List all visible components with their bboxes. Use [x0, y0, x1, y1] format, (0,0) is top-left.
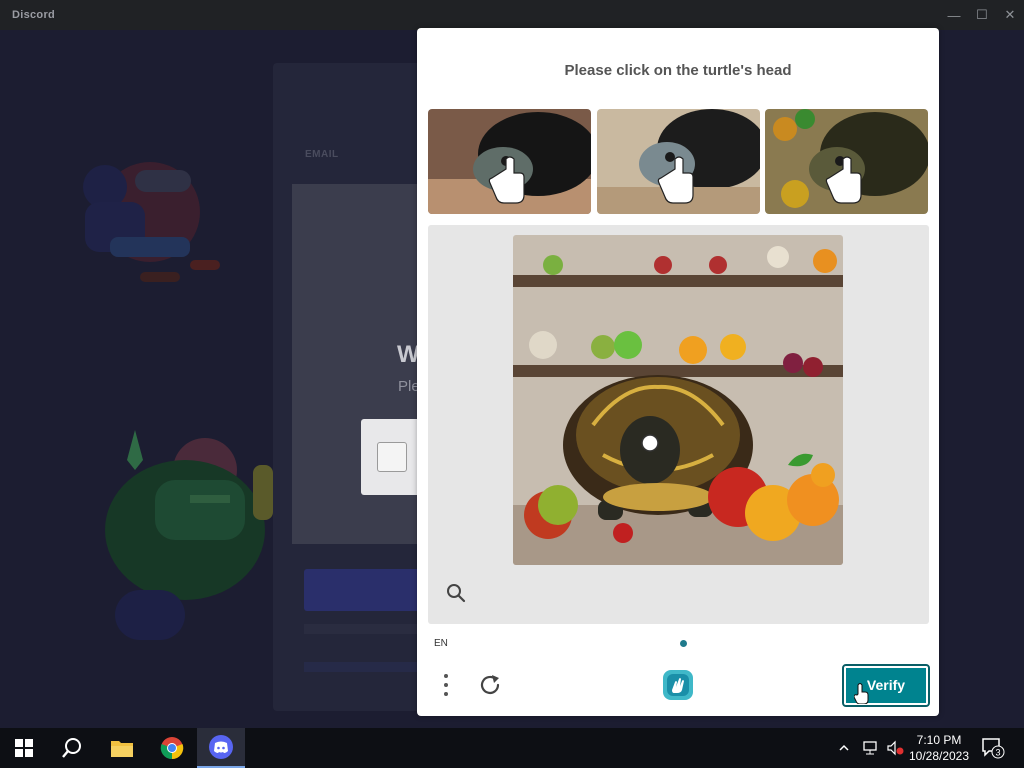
tray-chevron-icon[interactable] [838, 728, 850, 768]
refresh-icon[interactable] [477, 672, 503, 698]
discord-taskbar-button[interactable] [197, 728, 245, 768]
hcaptcha-challenge: Please click on the turtle's head EN Ver… [417, 28, 939, 716]
start-button[interactable] [0, 728, 48, 768]
taskbar: 7:10 PM 10/28/2023 3 [0, 728, 1024, 768]
decorative-illustration [83, 162, 220, 282]
folder-icon [111, 741, 133, 757]
example-image [597, 109, 760, 214]
example-image [428, 109, 591, 214]
hcaptcha-logo-icon[interactable] [661, 668, 695, 702]
search-button[interactable] [48, 728, 96, 768]
maximize-button[interactable]: ☐ [972, 5, 992, 25]
close-button[interactable]: ✕ [1000, 5, 1020, 25]
register-link[interactable] [304, 662, 434, 672]
challenge-task-area [428, 225, 929, 624]
network-icon[interactable] [862, 728, 880, 768]
search-icon [62, 738, 81, 758]
zoom-icon[interactable] [446, 583, 466, 603]
language-selector[interactable]: EN [434, 638, 448, 649]
decorative-monster [105, 430, 273, 640]
clock-time: 7:10 PM [916, 733, 962, 747]
challenge-image[interactable] [513, 235, 843, 565]
minimize-button[interactable]: — [944, 5, 964, 25]
discord-icon [209, 735, 233, 759]
windows-logo-icon [15, 739, 33, 757]
notification-icon[interactable]: 3 [980, 736, 1006, 760]
example-image [765, 109, 928, 214]
challenge-prompt: Please click on the turtle's head [564, 62, 792, 79]
hcaptcha-checkbox[interactable] [377, 442, 407, 472]
file-explorer-button[interactable] [98, 728, 146, 768]
notification-count: 3 [995, 748, 1000, 758]
email-label: EMAIL [305, 149, 339, 160]
chrome-button[interactable] [148, 728, 196, 768]
hand-cursor-icon [854, 683, 869, 704]
clock-date: 10/28/2023 [908, 749, 970, 763]
title-bar: Discord — ☐ ✕ [0, 0, 1024, 30]
volume-muted-icon[interactable] [886, 728, 904, 768]
system-clock[interactable]: 7:10 PM 10/28/2023 [906, 732, 972, 764]
menu-icon[interactable] [439, 670, 453, 700]
chrome-icon [160, 737, 184, 760]
page-indicator [680, 640, 687, 647]
app-title: Discord [12, 9, 56, 21]
